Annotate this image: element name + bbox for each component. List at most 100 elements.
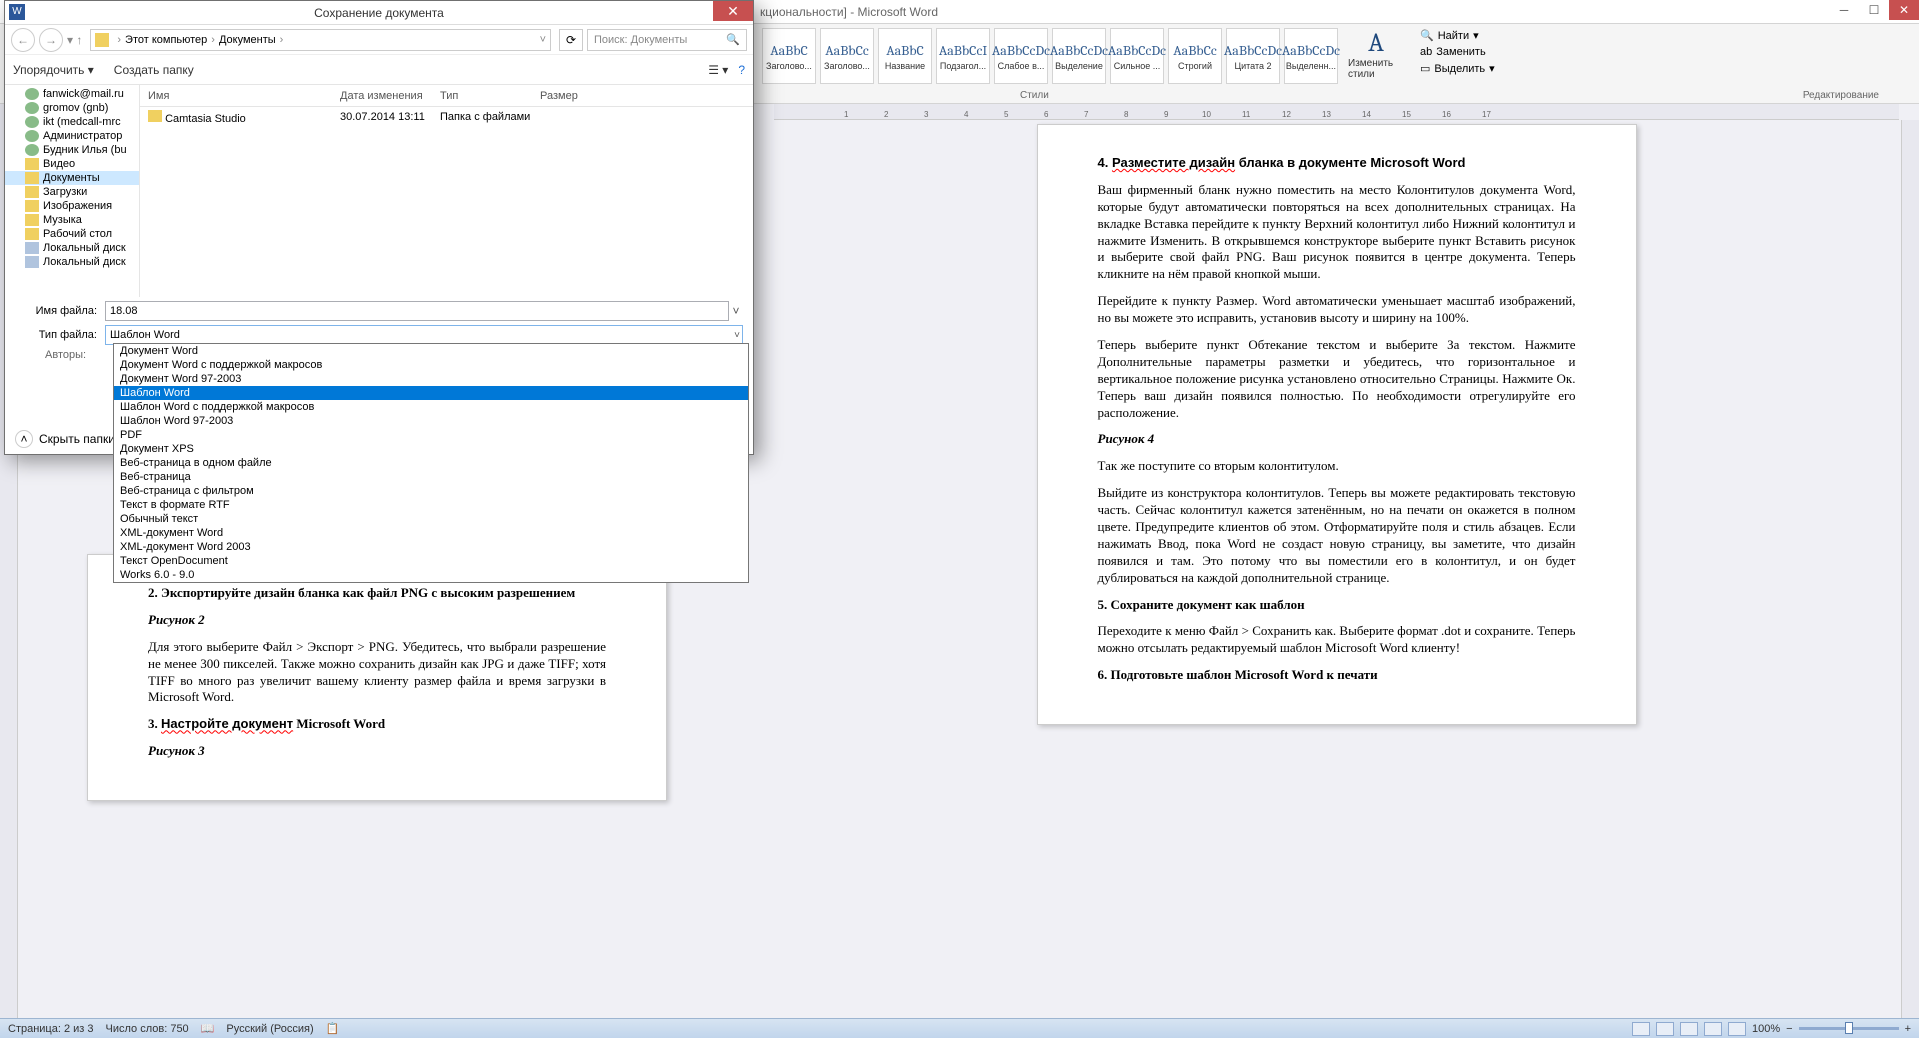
user-icon <box>25 88 39 100</box>
replace-button[interactable]: abЗаменить <box>1416 45 1499 59</box>
paragraph-4b: Перейдите к пункту Размер. Word автомати… <box>1098 293 1576 327</box>
dropdown-option[interactable]: Документ Word с поддержкой макросов <box>114 358 748 372</box>
tree-item[interactable]: Музыка <box>5 213 139 227</box>
zoom-out-button[interactable]: − <box>1786 1023 1792 1035</box>
tree-item[interactable]: ikt (medcall-mrc <box>5 115 139 129</box>
dropdown-option[interactable]: Веб-страница <box>114 470 748 484</box>
style-card[interactable]: AaBbCcЗаголово... <box>820 28 874 84</box>
page-indicator[interactable]: Страница: 2 из 3 <box>8 1023 94 1035</box>
user-icon <box>25 144 39 156</box>
tree-item[interactable]: Локальный диск <box>5 255 139 269</box>
back-button[interactable]: ← <box>11 28 35 52</box>
search-input[interactable]: Поиск: Документы 🔍 <box>587 29 747 51</box>
dropdown-option[interactable]: Веб-страница в одном файле <box>114 456 748 470</box>
dropdown-option[interactable]: Шаблон Word 97-2003 <box>114 414 748 428</box>
select-button[interactable]: ▭Выделить ▾ <box>1416 61 1499 76</box>
tree-item[interactable]: Рабочий стол <box>5 227 139 241</box>
new-folder-button[interactable]: Создать папку <box>114 63 194 77</box>
tree-item[interactable]: Загрузки <box>5 185 139 199</box>
dropdown-option[interactable]: Обычный текст <box>114 512 748 526</box>
tree-item[interactable]: Изображения <box>5 199 139 213</box>
find-button[interactable]: 🔍Найти ▾ <box>1416 28 1499 43</box>
style-card[interactable]: AaBbCcDcВыделенн... <box>1284 28 1338 84</box>
help-button[interactable]: ? <box>738 63 745 77</box>
tree-item[interactable]: Администратор <box>5 129 139 143</box>
full-screen-view[interactable] <box>1656 1022 1674 1036</box>
editing-group-label: Редактирование <box>1803 90 1879 101</box>
filetype-dropdown[interactable]: Документ WordДокумент Word с поддержкой … <box>113 343 749 583</box>
web-layout-view[interactable] <box>1680 1022 1698 1036</box>
draft-view[interactable] <box>1728 1022 1746 1036</box>
dialog-body: fanwick@mail.rugromov (gnb)ikt (medcall-… <box>5 85 753 297</box>
dropdown-option[interactable]: Документ XPS <box>114 442 748 456</box>
file-row[interactable]: Camtasia Studio 30.07.2014 13:11 Папка с… <box>140 107 753 127</box>
dropdown-option[interactable]: Документ Word <box>114 344 748 358</box>
heading-6: 6. Подготовьте шаблон Microsoft Word к п… <box>1098 667 1576 684</box>
dropdown-option[interactable]: Works 6.0 - 9.0 <box>114 568 748 582</box>
up-button[interactable]: ▾ ↑ <box>67 33 82 47</box>
minimize-button[interactable]: ─ <box>1829 0 1859 20</box>
maximize-button[interactable]: ☐ <box>1859 0 1889 20</box>
style-card[interactable]: AaBbCcСтрогий <box>1168 28 1222 84</box>
folder-tree[interactable]: fanwick@mail.rugromov (gnb)ikt (medcall-… <box>5 85 140 297</box>
dropdown-option[interactable]: Шаблон Word <box>114 386 748 400</box>
tree-item[interactable]: Будник Илья (bu <box>5 143 139 157</box>
vertical-scrollbar[interactable] <box>1901 120 1919 1018</box>
address-breadcrumb[interactable]: › Этот компьютер › Документы › ˅ <box>90 29 551 51</box>
chevron-down-icon: ˅ <box>734 330 740 341</box>
change-styles-button[interactable]: A Изменить стили <box>1348 24 1404 84</box>
word-count[interactable]: Число слов: 750 <box>106 1023 189 1035</box>
track-changes-icon[interactable]: 📋 <box>326 1022 340 1035</box>
filename-label: Имя файла: <box>15 305 105 317</box>
figure-3-label: Рисунок 3 <box>148 743 606 760</box>
dropdown-option[interactable]: Веб-страница с фильтром <box>114 484 748 498</box>
cursor-icon: ▭ <box>1420 62 1430 75</box>
style-card[interactable]: AaBbCcIПодзагол... <box>936 28 990 84</box>
style-card[interactable]: AaBbCНазвание <box>878 28 932 84</box>
dropdown-option[interactable]: Документ Word 97-2003 <box>114 372 748 386</box>
style-card[interactable]: AaBbCcDcВыделение <box>1052 28 1106 84</box>
dropdown-option[interactable]: PDF <box>114 428 748 442</box>
style-card[interactable]: AaBbCcDcСлабое в... <box>994 28 1048 84</box>
dropdown-option[interactable]: Шаблон Word с поддержкой макросов <box>114 400 748 414</box>
filetype-combo[interactable]: Шаблон Word ˅ <box>105 325 743 345</box>
zoom-value[interactable]: 100% <box>1752 1023 1780 1035</box>
refresh-button[interactable]: ⟳ <box>559 29 583 51</box>
document-page-right[interactable]: 4. Разместите дизайн бланка в документе … <box>1037 124 1637 725</box>
zoom-slider[interactable] <box>1799 1027 1899 1030</box>
tree-item[interactable]: Локальный диск <box>5 241 139 255</box>
dropdown-option[interactable]: Текст в формате RTF <box>114 498 748 512</box>
organize-button[interactable]: Упорядочить ▾ <box>13 63 94 77</box>
search-icon: 🔍 <box>726 33 740 46</box>
dialog-title: Сохранение документа <box>314 6 444 20</box>
horizontal-ruler[interactable]: 123 456 789 101112 131415 1617 <box>774 104 1899 120</box>
styles-gallery[interactable]: AaBbCЗаголово...AaBbCcЗаголово...AaBbCНа… <box>760 24 1340 103</box>
dropdown-option[interactable]: XML-документ Word 2003 <box>114 540 748 554</box>
file-list-header[interactable]: Имя Дата изменения Тип Размер <box>140 85 753 107</box>
language-indicator[interactable]: Русский (Россия) <box>226 1023 313 1035</box>
tree-item[interactable]: Документы <box>5 171 139 185</box>
style-card[interactable]: AaBbCЗаголово... <box>762 28 816 84</box>
tree-item[interactable]: fanwick@mail.ru <box>5 87 139 101</box>
style-card[interactable]: AaBbCcDcСильное ... <box>1110 28 1164 84</box>
tree-item[interactable]: Видео <box>5 157 139 171</box>
file-list[interactable]: Имя Дата изменения Тип Размер Camtasia S… <box>140 85 753 297</box>
hide-folders-button[interactable]: Скрыть папки <box>39 432 115 446</box>
style-card[interactable]: AaBbCcDcЦитата 2 <box>1226 28 1280 84</box>
close-button[interactable]: ✕ <box>1889 0 1919 20</box>
outline-view[interactable] <box>1704 1022 1722 1036</box>
dialog-close-button[interactable]: ✕ <box>713 1 753 21</box>
filename-input[interactable] <box>105 301 729 321</box>
dialog-titlebar[interactable]: W Сохранение документа ✕ <box>5 1 753 25</box>
spell-check-icon[interactable]: 📖 <box>201 1022 215 1035</box>
forward-button[interactable]: → <box>39 28 63 52</box>
document-page-left[interactable]: 2. Экспортируйте дизайн бланка как файл … <box>87 554 667 801</box>
dropdown-option[interactable]: XML-документ Word <box>114 526 748 540</box>
dropdown-option[interactable]: Текст OpenDocument <box>114 554 748 568</box>
view-options-button[interactable]: ☰ ▾ <box>708 63 728 77</box>
tree-item[interactable]: gromov (gnb) <box>5 101 139 115</box>
zoom-in-button[interactable]: + <box>1905 1023 1911 1035</box>
folder-icon <box>95 33 109 47</box>
print-layout-view[interactable] <box>1632 1022 1650 1036</box>
figure-2-label: Рисунок 2 <box>148 612 606 629</box>
